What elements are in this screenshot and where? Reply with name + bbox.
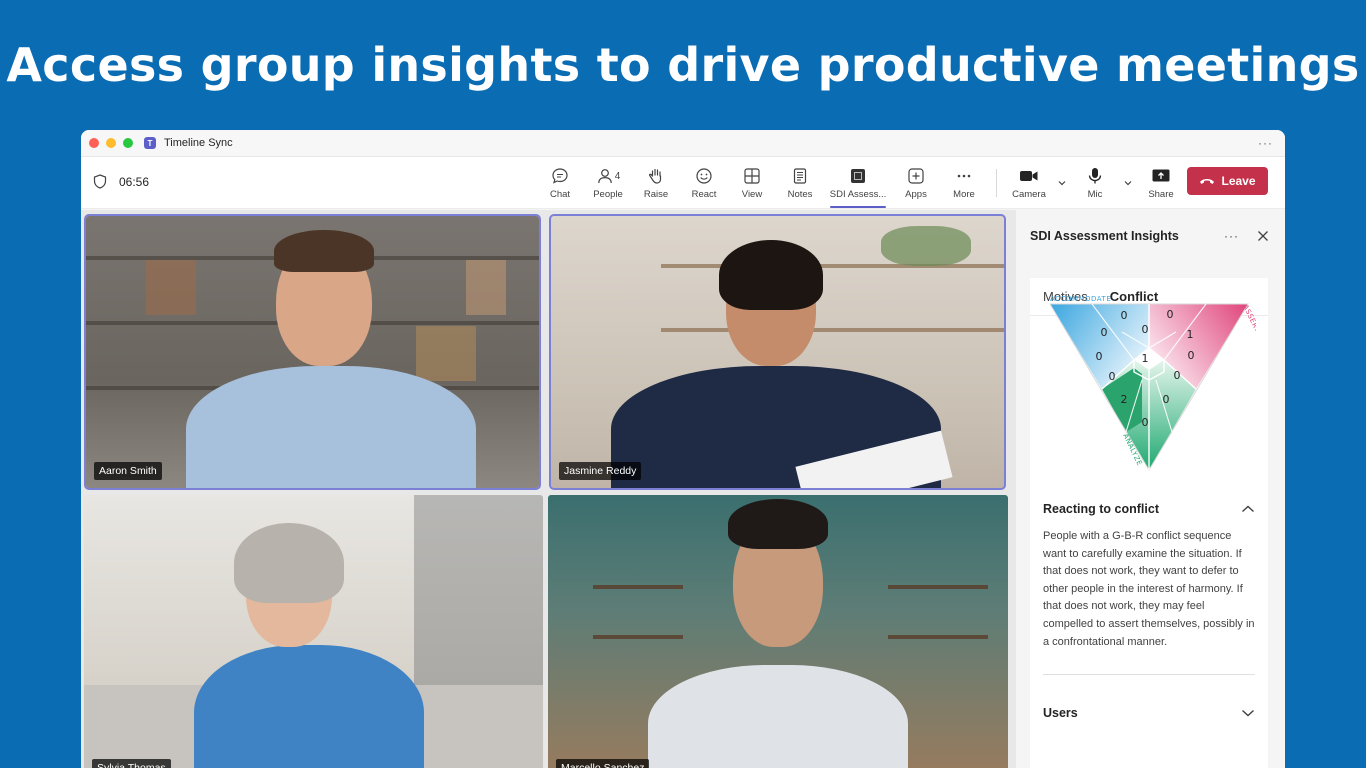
- users-section-header[interactable]: Users: [1043, 706, 1255, 720]
- raise-hand-button[interactable]: Raise: [632, 157, 680, 209]
- bookshelf: [888, 635, 988, 639]
- mic-options[interactable]: [1119, 157, 1137, 209]
- hang-up-icon: [1200, 179, 1215, 184]
- meeting-timer: 06:56: [93, 174, 149, 189]
- close-icon[interactable]: [1257, 230, 1269, 242]
- chevron-down-icon: [1058, 181, 1066, 186]
- cell-value: 0: [1188, 349, 1195, 362]
- video-tile-jasmine[interactable]: Jasmine Reddy: [549, 214, 1006, 490]
- participant-name: Jasmine Reddy: [559, 462, 642, 480]
- sdi-insights-panel: SDI Assessment Insights ··· Motives Conf…: [1016, 210, 1285, 768]
- titlebar: T Timeline Sync ···: [81, 130, 1285, 157]
- participant-figure: [194, 645, 424, 768]
- notes-icon: [793, 168, 807, 184]
- teams-window: T Timeline Sync ··· 06:56 Chat 4 People: [81, 130, 1285, 768]
- cell-value: 2: [1121, 393, 1128, 406]
- chevron-down-icon: [1242, 709, 1254, 717]
- cell-value: 1: [1142, 352, 1149, 365]
- mic-button[interactable]: Mic: [1071, 157, 1119, 209]
- maximize-window-button[interactable]: [123, 138, 133, 148]
- bookshelf: [661, 264, 1004, 268]
- chat-icon: [552, 168, 568, 184]
- bookshelf: [661, 328, 1004, 332]
- panel-title: SDI Assessment Insights: [1030, 229, 1179, 243]
- teams-logo-icon: T: [144, 137, 156, 149]
- insights-card: Motives Conflict ACCOMMODATE ASSERT ANAL…: [1030, 278, 1268, 768]
- cell-value: 0: [1109, 370, 1116, 383]
- participant-name: Aaron Smith: [94, 462, 162, 480]
- section-divider: [1043, 674, 1255, 675]
- apps-button[interactable]: Apps: [892, 157, 940, 209]
- chevron-up-icon: [1242, 505, 1254, 513]
- cell-value: 0: [1167, 308, 1174, 321]
- video-tile-aaron[interactable]: Aaron Smith: [84, 214, 541, 490]
- microphone-icon: [1088, 168, 1102, 184]
- hand-icon: [649, 168, 662, 184]
- sdi-app-icon: [851, 169, 865, 183]
- video-tile-marcello[interactable]: Marcello Sanchez: [548, 495, 1008, 768]
- leave-button[interactable]: Leave: [1187, 167, 1268, 195]
- react-button[interactable]: React: [680, 157, 728, 209]
- video-tile-sylvia[interactable]: Sylvia Thomas: [84, 495, 543, 768]
- share-screen-icon: [1152, 169, 1170, 182]
- camera-button[interactable]: Camera: [1005, 157, 1053, 209]
- minimize-window-button[interactable]: [106, 138, 116, 148]
- shield-icon: [93, 174, 107, 189]
- conflict-description: People with a G-B-R conflict sequence wa…: [1043, 530, 1255, 648]
- add-app-icon: [908, 168, 924, 184]
- conflict-triangle: ACCOMMODATE ASSERT ANALYZE 0 0 0 1 0 0 0…: [1042, 292, 1262, 482]
- participant-name: Sylvia Thomas: [92, 759, 171, 768]
- cell-value: 0: [1101, 326, 1108, 339]
- timer-text: 06:56: [119, 174, 150, 189]
- cell-value: 0: [1096, 350, 1103, 363]
- video-stage: Aaron Smith Jasmine Reddy Sylvia Thomas: [81, 210, 1016, 768]
- headline: Access group insights to drive productiv…: [6, 38, 1360, 92]
- bookshelf: [593, 585, 683, 589]
- sdi-assessment-button[interactable]: SDI Assess...: [824, 157, 892, 209]
- accommodate-label: ACCOMMODATE: [1050, 295, 1111, 303]
- panel-header: SDI Assessment Insights ···: [1016, 210, 1285, 262]
- participant-figure: [648, 665, 908, 768]
- participant-name: Marcello Sanchez: [556, 759, 650, 768]
- toolbar-divider: [996, 169, 997, 197]
- camera-options[interactable]: [1053, 157, 1071, 209]
- ellipsis-icon: [957, 174, 971, 178]
- chevron-down-icon: [1124, 181, 1132, 186]
- chat-button[interactable]: Chat: [536, 157, 584, 209]
- bookshelf: [888, 585, 988, 589]
- assert-label: ASSERT: [1241, 303, 1256, 333]
- notes-button[interactable]: Notes: [776, 157, 824, 209]
- window-more-icon[interactable]: ···: [1258, 136, 1273, 150]
- meeting-toolbar: 06:56 Chat 4 People Raise React View Not…: [81, 157, 1285, 209]
- grid-icon: [744, 168, 760, 184]
- cell-value: 0: [1121, 309, 1128, 322]
- camera-icon: [1020, 171, 1038, 181]
- cell-value: 0: [1163, 393, 1170, 406]
- bookshelf: [593, 635, 683, 639]
- view-button[interactable]: View: [728, 157, 776, 209]
- more-button[interactable]: More: [940, 157, 988, 209]
- conflict-triangle-chart: ACCOMMODATE ASSERT ANALYZE 0 0 0 1 0 0 0…: [1049, 295, 1262, 471]
- close-window-button[interactable]: [89, 138, 99, 148]
- people-icon: [597, 169, 612, 184]
- people-count: 4: [614, 170, 621, 182]
- reacting-to-conflict-header[interactable]: Reacting to conflict: [1043, 502, 1255, 516]
- participant-figure: [186, 366, 476, 488]
- toolbar-actions: Chat 4 People Raise React View Notes SDI…: [536, 157, 1185, 209]
- panel-more-icon[interactable]: ···: [1224, 229, 1239, 243]
- people-button[interactable]: 4 People: [584, 157, 632, 209]
- window-title: Timeline Sync: [164, 137, 233, 149]
- share-button[interactable]: Share: [1137, 157, 1185, 209]
- cell-value: 0: [1174, 369, 1181, 382]
- cell-value: 0: [1142, 416, 1149, 429]
- smiley-icon: [696, 168, 712, 184]
